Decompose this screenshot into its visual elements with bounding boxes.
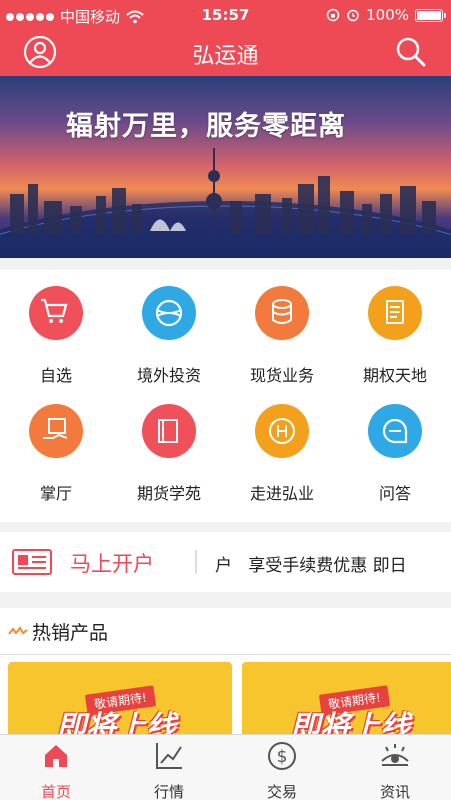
alarm-icon (347, 9, 359, 22)
tab-label: 行情 (153, 783, 184, 800)
tab-home[interactable]: 首页 (0, 739, 112, 800)
battery-icon (415, 8, 446, 22)
grid-item-cart[interactable]: 自选 (0, 286, 112, 386)
tab-label: 首页 (40, 783, 71, 800)
grid-item-chat[interactable]: 问答 (339, 404, 451, 504)
grid-item-label: 期权天地 (362, 366, 427, 385)
nav-bar: 弘运通 (0, 30, 451, 76)
grid-item-scroll[interactable]: 期权天地 (339, 286, 451, 386)
promo-marquee: 户 享受手续费优惠 即日 (215, 556, 407, 576)
tab-label: 资讯 (379, 783, 410, 800)
hand-card-icon (29, 404, 83, 458)
grid-item-label: 自选 (39, 366, 72, 385)
grid-item-label: 走进弘业 (249, 484, 314, 503)
grid-item-label: 境外投资 (136, 366, 201, 385)
search-icon (396, 37, 426, 67)
grid-item-label: 现货业务 (249, 366, 314, 385)
hot-products-section: 热销产品 敬请期待! 即将上线 敬请期待! 即将上线 (0, 608, 451, 742)
tab-dollar[interactable]: $ 交易 (226, 739, 338, 800)
status-bar: 中国移动 15:57 100% (0, 0, 451, 30)
wave-icon (8, 625, 28, 635)
status-right: 100% (326, 6, 446, 24)
divider (0, 654, 451, 655)
app-title: 弘运通 (192, 44, 259, 69)
open-account-bar[interactable]: 马上开户 户 享受手续费优惠 即日 (0, 532, 451, 592)
h-logo-icon (255, 404, 309, 458)
chat-icon (368, 404, 422, 458)
promo-banner[interactable]: 辐射万里，服务零距离 (0, 76, 451, 258)
grid-item-label: 期货学苑 (136, 484, 201, 503)
feature-grid: 自选 境外投资 现货业务 期权天地掌厅 期货学苑 走进弘业 问答 (0, 270, 451, 522)
grid-item-label: 掌厅 (39, 484, 72, 503)
home-icon (45, 745, 67, 767)
divider (195, 550, 197, 574)
product-card[interactable]: 敬请期待! 即将上线 (242, 662, 451, 742)
banner-slogan: 辐射万里，服务零距离 (66, 111, 346, 142)
scroll-icon (368, 286, 422, 340)
globe-icon (142, 286, 196, 340)
battery-percent: 100% (366, 6, 409, 24)
tab-label: 交易 (266, 783, 297, 800)
coins-icon (255, 286, 309, 340)
grid-item-book[interactable]: 期货学苑 (113, 404, 225, 504)
product-card[interactable]: 敬请期待! 即将上线 (8, 662, 232, 742)
dollar-icon: $ (268, 742, 296, 770)
svg-text:$: $ (277, 747, 288, 767)
hot-products-title: 热销产品 (32, 622, 109, 644)
id-card-icon (12, 549, 52, 575)
tab-chart[interactable]: 行情 (113, 739, 225, 800)
grid-item-label: 问答 (378, 484, 411, 503)
tab-news-eye[interactable]: 资讯 (339, 739, 451, 800)
grid-item-h-logo[interactable]: 走进弘业 (226, 404, 338, 504)
grid-item-hand-card[interactable]: 掌厅 (0, 404, 112, 504)
grid-item-coins[interactable]: 现货业务 (226, 286, 338, 386)
grid-item-globe[interactable]: 境外投资 (113, 286, 225, 386)
book-icon (142, 404, 196, 458)
search-button[interactable] (393, 34, 429, 70)
open-account-label: 马上开户 (70, 552, 154, 576)
cart-icon (29, 286, 83, 340)
news-eye-icon (381, 744, 409, 766)
rotation-lock-icon (326, 8, 340, 22)
tab-bar: 首页 行情 $ 交易 资讯 (0, 734, 451, 800)
hot-products-header: 热销产品 (8, 618, 108, 645)
chart-icon (156, 743, 182, 769)
